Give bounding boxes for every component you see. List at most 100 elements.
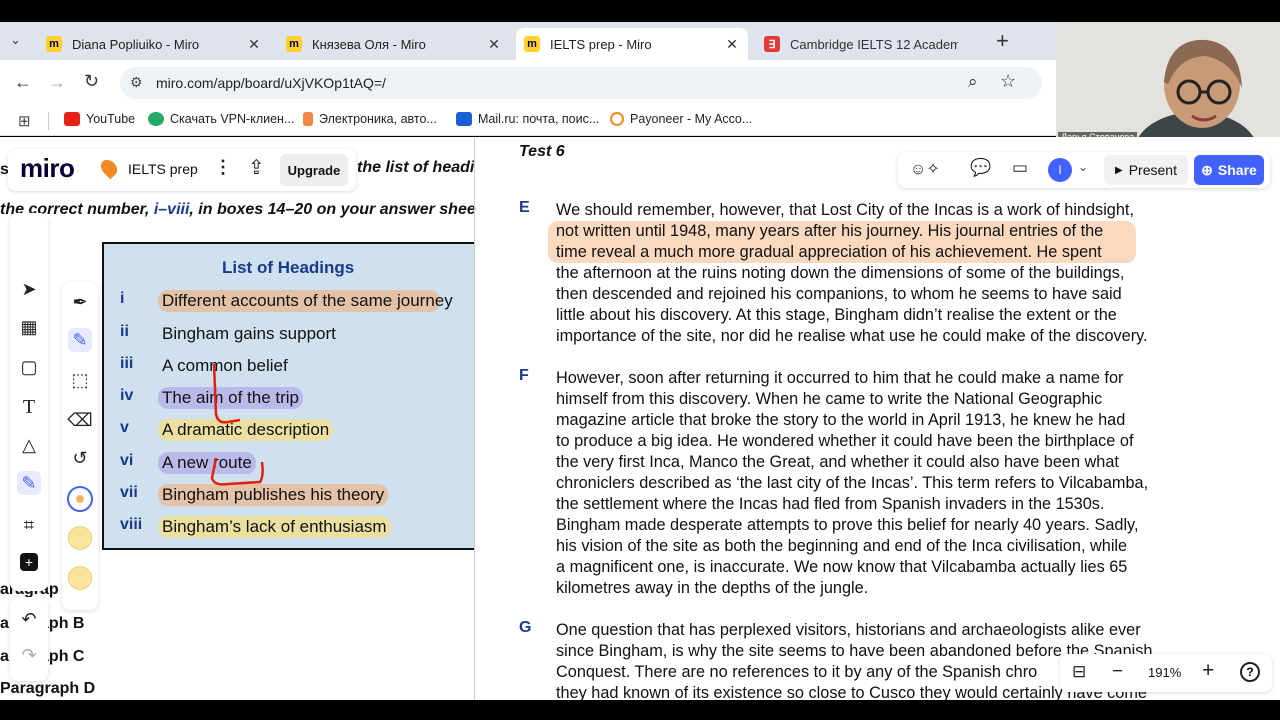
screen-top-bar bbox=[0, 0, 1280, 22]
close-icon[interactable]: ✕ bbox=[246, 36, 262, 53]
paragraph-e-line: We should remember, however, that Lost C… bbox=[556, 201, 1134, 219]
reload-icon[interactable]: ↻ bbox=[84, 71, 99, 92]
zoom-search-icon[interactable]: ⌕ bbox=[968, 72, 978, 92]
apps-grid-icon[interactable]: ⊞ bbox=[18, 112, 31, 130]
present-button[interactable]: ▶ Present bbox=[1104, 155, 1188, 185]
forward-icon[interactable]: → bbox=[48, 72, 66, 93]
present-label: Present bbox=[1128, 162, 1177, 178]
close-icon[interactable]: ✕ bbox=[486, 36, 502, 53]
color-swatch-yellow-2[interactable] bbox=[68, 566, 92, 590]
paragraph-f-line: his vision of the site as both the begin… bbox=[556, 537, 1128, 555]
mail-icon bbox=[456, 112, 472, 126]
chevron-down-icon[interactable]: ⌄ bbox=[1078, 160, 1088, 174]
lasso-icon[interactable]: ↺ bbox=[68, 446, 92, 470]
bookmark-mailru[interactable]: Mail.ru: почта, поис... bbox=[456, 112, 599, 126]
add-icon[interactable]: + bbox=[20, 553, 38, 571]
fit-to-screen-icon[interactable]: ⊟ bbox=[1072, 662, 1086, 682]
paragraph-f-line: However, soon after returning it occurre… bbox=[556, 369, 1124, 387]
left-toolbar: ➤ ▦ ▢ T △ ✎ ⌗ + bbox=[10, 213, 48, 591]
bookmark-youtube[interactable]: YouTube bbox=[64, 112, 135, 126]
paragraph-e-line: time reveal a much more gradual apprecia… bbox=[556, 243, 1102, 261]
paragraph-letter-g: G bbox=[519, 619, 532, 636]
miro-icon: m bbox=[524, 36, 540, 52]
templates-icon[interactable]: ▦ bbox=[17, 315, 41, 339]
pen-tool-icon[interactable]: ✎ bbox=[17, 471, 41, 495]
zoom-in-icon[interactable]: + bbox=[1202, 659, 1214, 683]
miro-logo[interactable]: miro bbox=[20, 153, 75, 184]
url-field[interactable]: ⚙ miro.com/app/board/uXjVKOp1tAQ=/ ⌕ ☆ bbox=[120, 67, 1042, 99]
share-button[interactable]: ⊕ Share bbox=[1194, 155, 1264, 185]
paragraph-f-line: the settlement where the Incas had fled … bbox=[556, 495, 1105, 513]
tab-cambridge[interactable]: ∃ Cambridge IELTS 12 Academic I bbox=[756, 28, 966, 60]
play-icon: ▶ bbox=[1115, 164, 1123, 176]
bookmark-electronics[interactable]: Электроника, авто... bbox=[303, 112, 437, 126]
tab-ielts-prep[interactable]: m IELTS prep - Miro ✕ bbox=[516, 28, 748, 60]
board-name[interactable]: IELTS prep bbox=[128, 161, 198, 177]
shapes-icon[interactable]: △ bbox=[17, 433, 41, 457]
undo-icon[interactable]: ↶ bbox=[17, 607, 41, 631]
paragraph-e-line: the afternoon at the ruins noting down t… bbox=[556, 264, 1125, 282]
miro-icon: m bbox=[286, 36, 302, 52]
vpn-icon bbox=[148, 112, 164, 126]
paragraph-f-line: magazine article that broke the story to… bbox=[556, 411, 1126, 429]
video-call-icon[interactable]: ▭ bbox=[1012, 158, 1028, 178]
bookmark-vpn[interactable]: Скачать VPN-клиен... bbox=[148, 112, 294, 126]
back-icon[interactable]: ← bbox=[14, 72, 32, 93]
reactions-icon[interactable]: ☺✧ bbox=[910, 159, 940, 179]
webcam-video: Дарья Степанова bbox=[1056, 22, 1280, 192]
location-pin-icon bbox=[97, 156, 121, 180]
paragraph-label: Paragraph D bbox=[0, 680, 96, 697]
bookmark-star-icon[interactable]: ☆ bbox=[1000, 71, 1016, 92]
bookmark-label: Скачать VPN-клиен... bbox=[170, 112, 295, 126]
new-tab-icon[interactable]: + bbox=[996, 28, 1009, 54]
tab-kniazeva[interactable]: m Князева Оля - Miro ✕ bbox=[278, 28, 510, 60]
zoom-level[interactable]: 191% bbox=[1148, 665, 1181, 680]
tab-search-chevron-icon[interactable]: ⌄ bbox=[10, 32, 21, 48]
redo-icon[interactable]: ↷ bbox=[17, 643, 41, 667]
screen-bottom-bar bbox=[0, 700, 1280, 720]
book-icon: ∃ bbox=[764, 36, 780, 52]
comment-icon[interactable]: 💬 bbox=[970, 158, 991, 178]
undo-redo-panel: ↶ ↷ bbox=[10, 597, 48, 681]
bookmark-label: Mail.ru: почта, поис... bbox=[478, 112, 600, 126]
paragraph-f-line: a magnificent one, is inaccurate. We now… bbox=[556, 558, 1128, 576]
sticky-note-icon[interactable]: ▢ bbox=[17, 355, 41, 379]
paragraph-g-line: Conquest. There are no references to it … bbox=[556, 663, 1038, 681]
color-swatch-yellow[interactable] bbox=[68, 526, 92, 550]
highlighter-icon[interactable]: ✎ bbox=[68, 328, 92, 352]
paragraph-e-line: little about his discovery. At this stag… bbox=[556, 306, 1117, 324]
select-tool-icon[interactable]: ➤ bbox=[17, 277, 41, 301]
miro-board-header: miro IELTS prep ⋮ ⇪ Upgrade bbox=[8, 149, 356, 191]
paragraph-letter-e: E bbox=[519, 199, 530, 216]
frame-icon[interactable]: ⌗ bbox=[17, 513, 41, 537]
instruction-part: , in boxes 14–20 on your answer shee bbox=[189, 201, 476, 218]
color-swatch-selected[interactable] bbox=[67, 486, 93, 512]
tab-diana[interactable]: m Diana Popliuiko - Miro ✕ bbox=[38, 28, 270, 60]
miro-board-canvas[interactable]: se the list of headi the correct number,… bbox=[0, 137, 1280, 700]
more-icon[interactable]: ⋮ bbox=[214, 157, 232, 178]
upgrade-button[interactable]: Upgrade bbox=[280, 154, 348, 186]
payoneer-icon bbox=[610, 112, 624, 126]
divider bbox=[48, 112, 49, 130]
collaboration-toolbar: ☺✧ 💬 ▭ I ⌄ ▶ Present ⊕ Share bbox=[898, 152, 1270, 188]
pen-icon[interactable]: ✒ bbox=[68, 290, 92, 314]
zoom-out-icon[interactable]: − bbox=[1112, 661, 1123, 683]
test-title: Test 6 bbox=[519, 143, 565, 160]
export-icon[interactable]: ⇪ bbox=[248, 155, 265, 180]
bookmark-label: Payoneer - My Acco... bbox=[630, 112, 753, 126]
text-tool-icon[interactable]: T bbox=[17, 395, 41, 419]
help-icon[interactable]: ? bbox=[1240, 662, 1260, 682]
browser-tab-strip: ⌄ m Diana Popliuiko - Miro ✕ m Князева О… bbox=[0, 22, 1056, 60]
bookmark-payoneer[interactable]: Payoneer - My Acco... bbox=[610, 112, 752, 126]
close-icon[interactable]: ✕ bbox=[724, 36, 740, 53]
list-of-headings-box: List of Headings i Different accounts of … bbox=[102, 242, 474, 550]
smart-draw-icon[interactable]: ⬚ bbox=[68, 368, 92, 392]
paragraph-g-line: they had known of its existence so close… bbox=[556, 684, 1147, 700]
avatar[interactable]: I bbox=[1048, 158, 1072, 182]
paragraph-f-line: kilometres away in the depths of the jun… bbox=[556, 579, 869, 597]
site-settings-icon[interactable]: ⚙ bbox=[130, 74, 143, 91]
paragraph-f-line: chroniclers described as ‘the last city … bbox=[556, 474, 1149, 492]
eraser-icon[interactable]: ⌫ bbox=[67, 408, 92, 432]
pen-options-panel: ✒ ✎ ⬚ ⌫ ↺ bbox=[62, 282, 98, 610]
paragraph-letter-f: F bbox=[519, 367, 529, 384]
